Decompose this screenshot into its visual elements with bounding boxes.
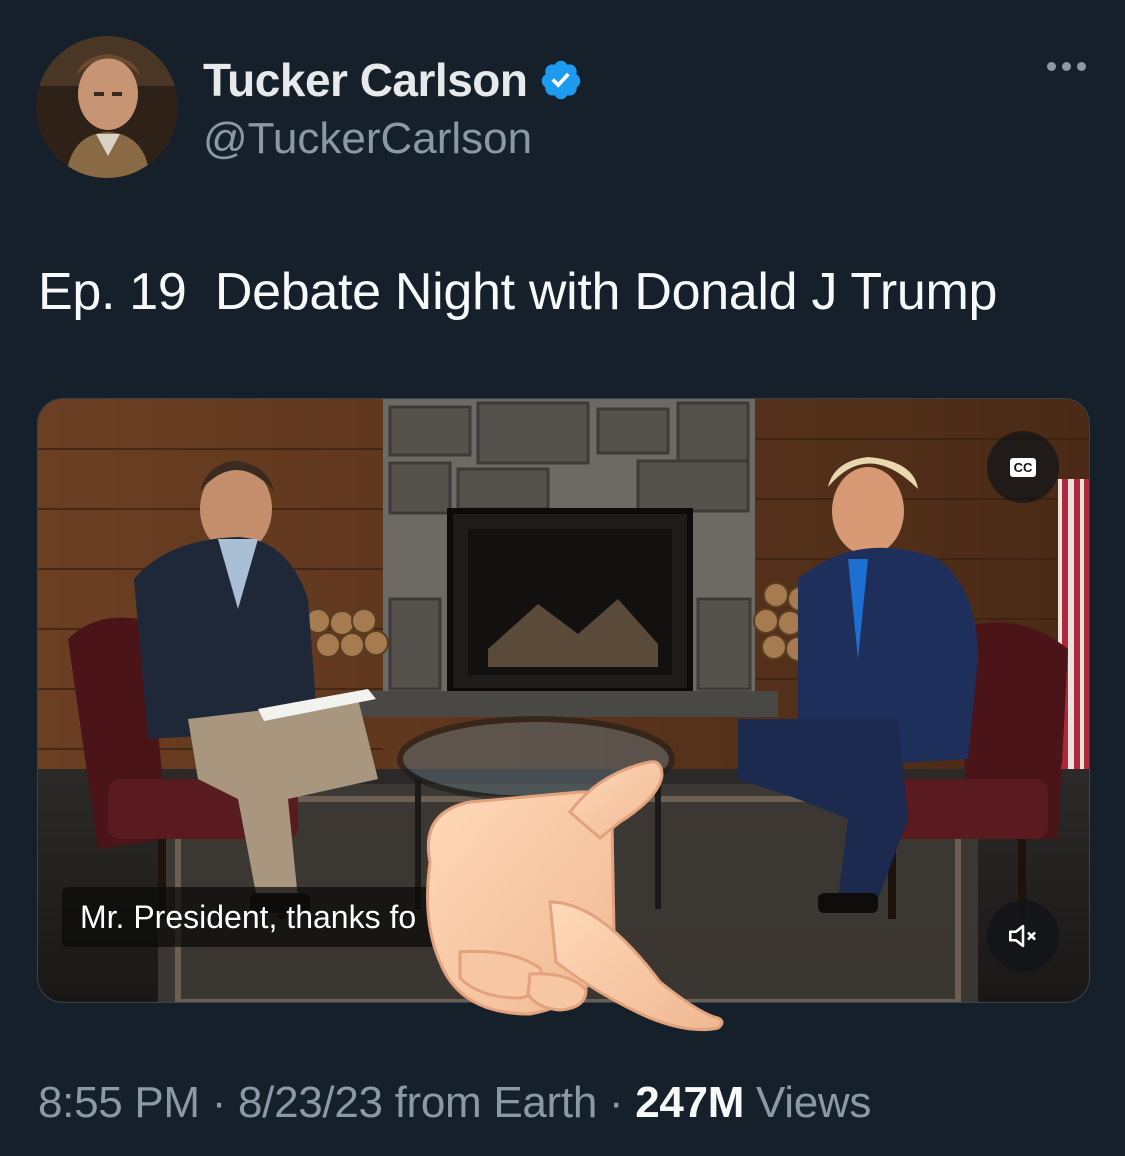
- speaker-muted-icon: [1008, 924, 1036, 948]
- tweet-text: Ep. 19 Debate Night with Donald J Trump: [38, 263, 998, 321]
- caption-text: Mr. President, thanks fo: [80, 898, 417, 935]
- more-dot: [1047, 62, 1056, 71]
- verified-badge-icon[interactable]: [539, 58, 583, 102]
- views-count[interactable]: 247M: [635, 1078, 744, 1127]
- views-label: Views: [744, 1078, 872, 1127]
- display-name[interactable]: Tucker Carlson: [203, 53, 528, 107]
- more-dot: [1062, 62, 1071, 71]
- avatar[interactable]: [36, 36, 178, 178]
- author-names: Tucker Carlson @TuckerCarlson: [203, 52, 583, 164]
- display-name-row: Tucker Carlson: [203, 52, 583, 108]
- tweet-time[interactable]: 8:55 PM: [38, 1078, 200, 1127]
- meta-separator: ·: [199, 1078, 238, 1127]
- tweet-meta: 8:55 PM · 8/23/23 from Earth · 247M View…: [38, 1078, 871, 1128]
- avatar-photo: [36, 36, 178, 178]
- more-dot: [1077, 62, 1086, 71]
- tweet-source: from Earth: [382, 1078, 598, 1127]
- closed-captions-button[interactable]: CC: [987, 431, 1059, 503]
- handle[interactable]: @TuckerCarlson: [203, 114, 583, 164]
- pointing-hand-emoji: [426, 760, 724, 1032]
- tweet-date[interactable]: 8/23/23: [238, 1078, 383, 1127]
- cc-icon: CC: [1009, 457, 1037, 477]
- tweet-header: Tucker Carlson @TuckerCarlson: [36, 36, 1096, 186]
- more-options-icon[interactable]: [1047, 62, 1086, 71]
- mute-button[interactable]: [987, 900, 1059, 972]
- meta-separator: ·: [597, 1078, 636, 1127]
